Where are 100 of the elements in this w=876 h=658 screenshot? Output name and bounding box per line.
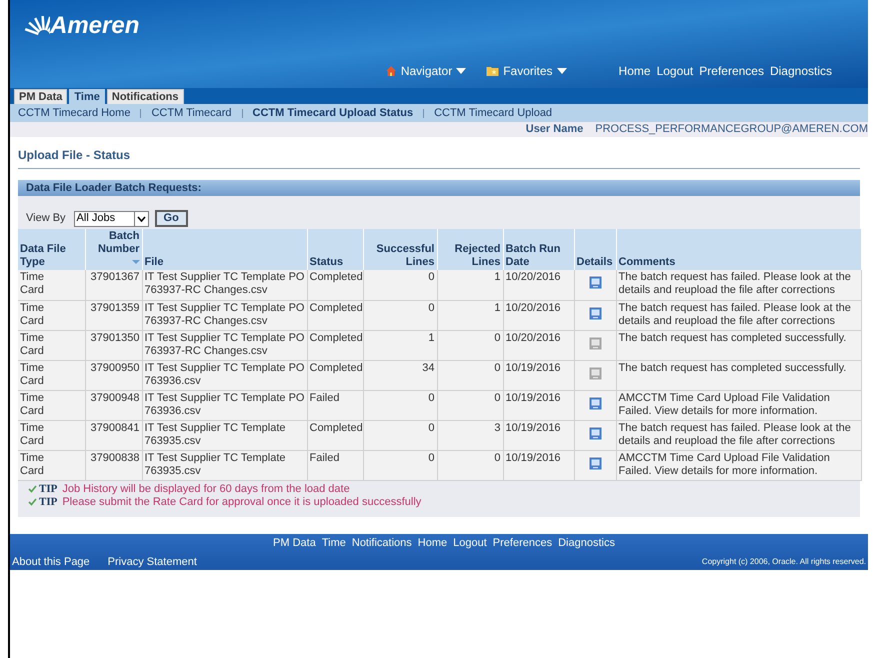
global-link[interactable]: Preferences [699,62,764,80]
footer-link[interactable]: Privacy Statement [108,554,197,570]
table-cell: 1 [363,330,437,360]
global-link[interactable]: Home [618,62,651,80]
table-cell: 37901367 [85,270,142,300]
table-cell: IT Test Supplier TC Template 763935.csv [142,450,307,480]
table-cell: IT Test Supplier TC Template PO 763937-RC Changes.csv [142,330,307,360]
details-icon[interactable] [588,396,602,410]
user-name-value: PROCESS_PERFORMANCEGROUP@AMEREN.COM [595,122,868,138]
tip-text: Please submit the Rate Card for approval once it is uploaded successfully [62,496,422,508]
table-cell: The batch request has failed. Please look at the details and reupload the file after corrections [616,270,861,300]
table-cell: 37900841 [85,420,142,450]
details-icon[interactable] [588,306,602,320]
table-cell: 10/19/2016 [503,450,574,480]
table-cell: Time Card [18,360,85,390]
panel-title: Data File Loader Batch Requests: [26,180,202,196]
table-cell: 0 [437,450,503,480]
table-cell: 0 [363,420,437,450]
table-cell: The batch request has completed successfully. [616,330,861,360]
footer-link[interactable]: Logout [453,534,487,551]
logo-text: Ameren [50,14,140,38]
table-cell: 0 [437,390,503,420]
details-icon[interactable] [588,366,602,380]
tip-label: TIP [39,496,58,508]
table-cell: 0 [363,300,437,330]
footer-link[interactable]: Time [322,534,346,551]
table-cell: 1 [437,270,503,300]
details-icon[interactable] [588,336,602,350]
tab[interactable]: Notifications [106,89,184,104]
table-cell: The batch request has completed successfully. [616,360,861,390]
table-cell: 37901350 [85,330,142,360]
table-cell: The batch request has failed. Please look at the details and reupload the file after corrections [616,420,861,450]
page-title: Upload File - Status [18,148,130,162]
table-cell: 3 [437,420,503,450]
footer-link[interactable]: Preferences [492,534,552,551]
table-cell: Time Card [18,300,85,330]
footer-link[interactable]: Diagnostics [558,534,615,551]
chevron-down-icon [134,212,148,226]
folder-star-icon [486,65,500,77]
table-cell: 37900948 [85,390,142,420]
caret-icon [556,68,567,74]
footer-link[interactable]: About this Page [12,554,90,570]
global-link[interactable]: Diagnostics [770,62,832,80]
table-cell: 0 [363,270,437,300]
table-cell: 37901359 [85,300,142,330]
footer-link[interactable]: PM Data [273,534,316,551]
view-by-label: View By [26,211,66,226]
favorites-menu[interactable]: Favorites [486,62,567,80]
copyright-text: Copyright (c) 2006, Oracle. All rights reserved. [702,556,866,568]
table-cell: 37900950 [85,360,142,390]
user-name-label: User Name [526,122,584,138]
table-cell: 34 [363,360,437,390]
table-cell: IT Test Supplier TC Template PO 763936.csv [142,360,307,390]
footer-link[interactable]: Notifications [352,534,412,551]
table-cell: 0 [363,390,437,420]
table-cell: 10/20/2016 [503,270,574,300]
table-cell: The batch request has failed. Please look at the details and reupload the file after corrections [616,300,861,330]
table-cell: AMCCTM Time Card Upload File Validation Failed. View details for more information. [616,390,861,420]
table-cell: 10/19/2016 [503,390,574,420]
table-cell: Time Card [18,330,85,360]
subtab-link[interactable]: CCTM Timecard [151,104,232,122]
table-cell: Completed [307,300,363,330]
caret-icon [456,68,466,74]
tab[interactable]: Time [69,89,105,104]
table-cell: IT Test Supplier TC Template PO 763936.csv [142,390,307,420]
subtab-link[interactable]: CCTM Timecard Upload Status [252,104,414,122]
details-icon[interactable] [588,426,602,440]
table-cell: 10/19/2016 [503,360,574,390]
table-cell: Completed [307,360,363,390]
go-button[interactable]: Go [154,210,188,227]
table-cell: Failed [307,450,363,480]
table-cell: 1 [437,300,503,330]
tip-label: TIP [39,482,58,496]
table-cell: Time Card [18,450,85,480]
table-cell: 0 [437,360,503,390]
table-cell: 10/20/2016 [503,300,574,330]
table-cell: IT Test Supplier TC Template PO 763937-RC Changes.csv [142,270,307,300]
sort-descending-icon [132,260,140,264]
table-cell: Completed [307,270,363,300]
table-cell: Time Card [18,270,85,300]
table-cell: Failed [307,390,363,420]
table-cell: AMCCTM Time Card Upload File Validation Failed. View details for more information. [616,450,861,480]
table-cell: IT Test Supplier TC Template PO 763937-RC Changes.csv [142,300,307,330]
table-cell: 10/19/2016 [503,420,574,450]
table-cell: Completed [307,330,363,360]
table-cell: IT Test Supplier TC Template 763935.csv [142,420,307,450]
view-by-select[interactable]: All Jobs [74,210,149,226]
table-cell: 0 [437,330,503,360]
subtab-link[interactable]: CCTM Timecard Home [18,104,130,122]
table-cell: Time Card [18,390,85,420]
global-link[interactable]: Logout [656,62,694,80]
details-icon[interactable] [588,276,602,290]
table-cell: Completed [307,420,363,450]
navigator-menu[interactable]: Navigator [384,62,466,80]
details-icon[interactable] [588,456,602,470]
footer-link[interactable]: Home [418,534,448,551]
table-cell: 0 [363,450,437,480]
subtab-link[interactable]: CCTM Timecard Upload [434,104,552,122]
tip-text: Job History will be displayed for 60 days from the load date [62,482,350,496]
tab[interactable]: PM Data [14,89,68,104]
